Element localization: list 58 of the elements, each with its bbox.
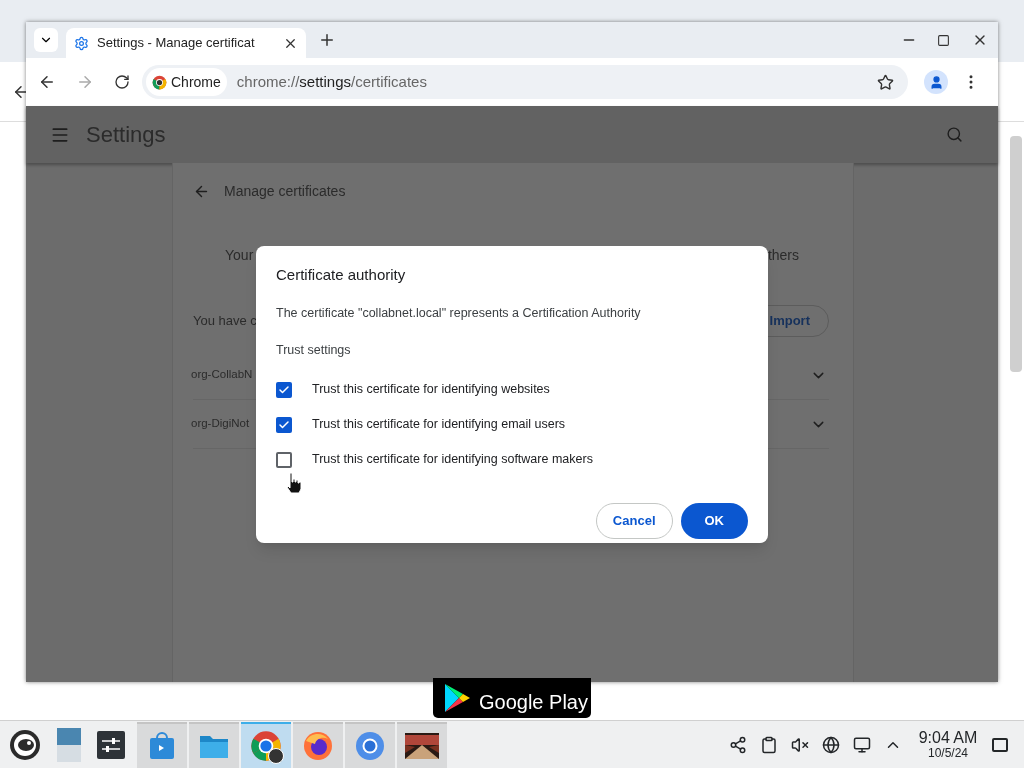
certificate-name: org-CollabN: [191, 367, 253, 383]
intro-text: Your: [225, 245, 254, 265]
desktop-icon[interactable]: [57, 727, 81, 762]
shopping-bag-icon[interactable]: [149, 731, 175, 760]
checkbox-label: Trust this certificate for identifying software makers: [312, 451, 593, 469]
check-icon: [278, 418, 290, 431]
checkbox-label: Trust this certificate for identifying websites: [312, 381, 550, 399]
tab-title: Settings - Manage certificat: [97, 34, 255, 53]
settings-gear-icon: [74, 35, 89, 51]
new-tab-icon[interactable]: [318, 31, 336, 49]
page-title: Manage certificates: [224, 181, 346, 201]
intro-text: thers: [767, 245, 799, 265]
chrome-logo-icon: [152, 74, 167, 90]
dialog-message: The certificate "collabnet.local" represents a Certification Authority: [276, 304, 642, 322]
google-play-badge[interactable]: Google Play: [433, 678, 591, 718]
checkbox[interactable]: [276, 451, 292, 468]
search-icon[interactable]: [946, 126, 963, 143]
globe-icon[interactable]: [822, 735, 840, 754]
certificate-name: org-DigiNot: [191, 416, 250, 432]
display-icon[interactable]: [853, 735, 871, 754]
checkbox-label: Trust this certificate for identifying email users: [312, 416, 566, 434]
gecko-logo-icon[interactable]: [9, 728, 41, 761]
settings-title: Settings: [86, 121, 166, 149]
clock-date: 10/5/24: [927, 747, 968, 759]
section-label: Trust settings: [276, 342, 352, 360]
firefox-icon[interactable]: [303, 730, 333, 761]
cancel-button[interactable]: Cancel: [595, 503, 673, 539]
certificate-count-text: You have c: [193, 312, 257, 331]
network-share-icon[interactable]: [729, 735, 747, 754]
hand-cursor-icon: [286, 472, 302, 494]
taskbar-app[interactable]: [241, 721, 291, 768]
reload-icon[interactable]: [114, 74, 130, 90]
checkbox[interactable]: [276, 416, 292, 433]
checkbox[interactable]: [276, 381, 292, 398]
maximize-icon[interactable]: [937, 33, 950, 47]
ok-button[interactable]: OK: [680, 503, 748, 539]
show-desktop-icon[interactable]: [992, 737, 1008, 752]
url-text: chrome://settings/certificates: [236, 71, 427, 92]
badge-title: Google Play: [479, 690, 588, 715]
dialog-title: Certificate authority: [276, 265, 407, 285]
back-icon[interactable]: [38, 73, 56, 91]
play-logo-icon: [443, 683, 471, 713]
tab-search-button[interactable]: [34, 28, 58, 52]
site-chip[interactable]: Chrome: [146, 68, 227, 96]
browser-tab[interactable]: Settings - Manage certificat: [66, 28, 306, 58]
sliders-icon[interactable]: [97, 730, 125, 759]
taskbar-app[interactable]: [397, 721, 447, 768]
bookmark-star-icon[interactable]: [877, 73, 894, 91]
muted-speaker-icon[interactable]: [791, 735, 809, 754]
clock-time: 9:04 AM: [918, 730, 978, 746]
chrome-dev-icon[interactable]: [250, 729, 282, 762]
address-bar[interactable]: Chrome chrome://settings/certificates: [142, 65, 908, 99]
profile-avatar[interactable]: [924, 70, 948, 94]
clock[interactable]: 9:04 AM 10/5/24: [912, 730, 984, 759]
taskbar-app[interactable]: [293, 721, 343, 768]
clipboard-icon[interactable]: [760, 735, 778, 754]
chromium-icon[interactable]: [355, 730, 385, 761]
check-icon: [278, 383, 290, 396]
